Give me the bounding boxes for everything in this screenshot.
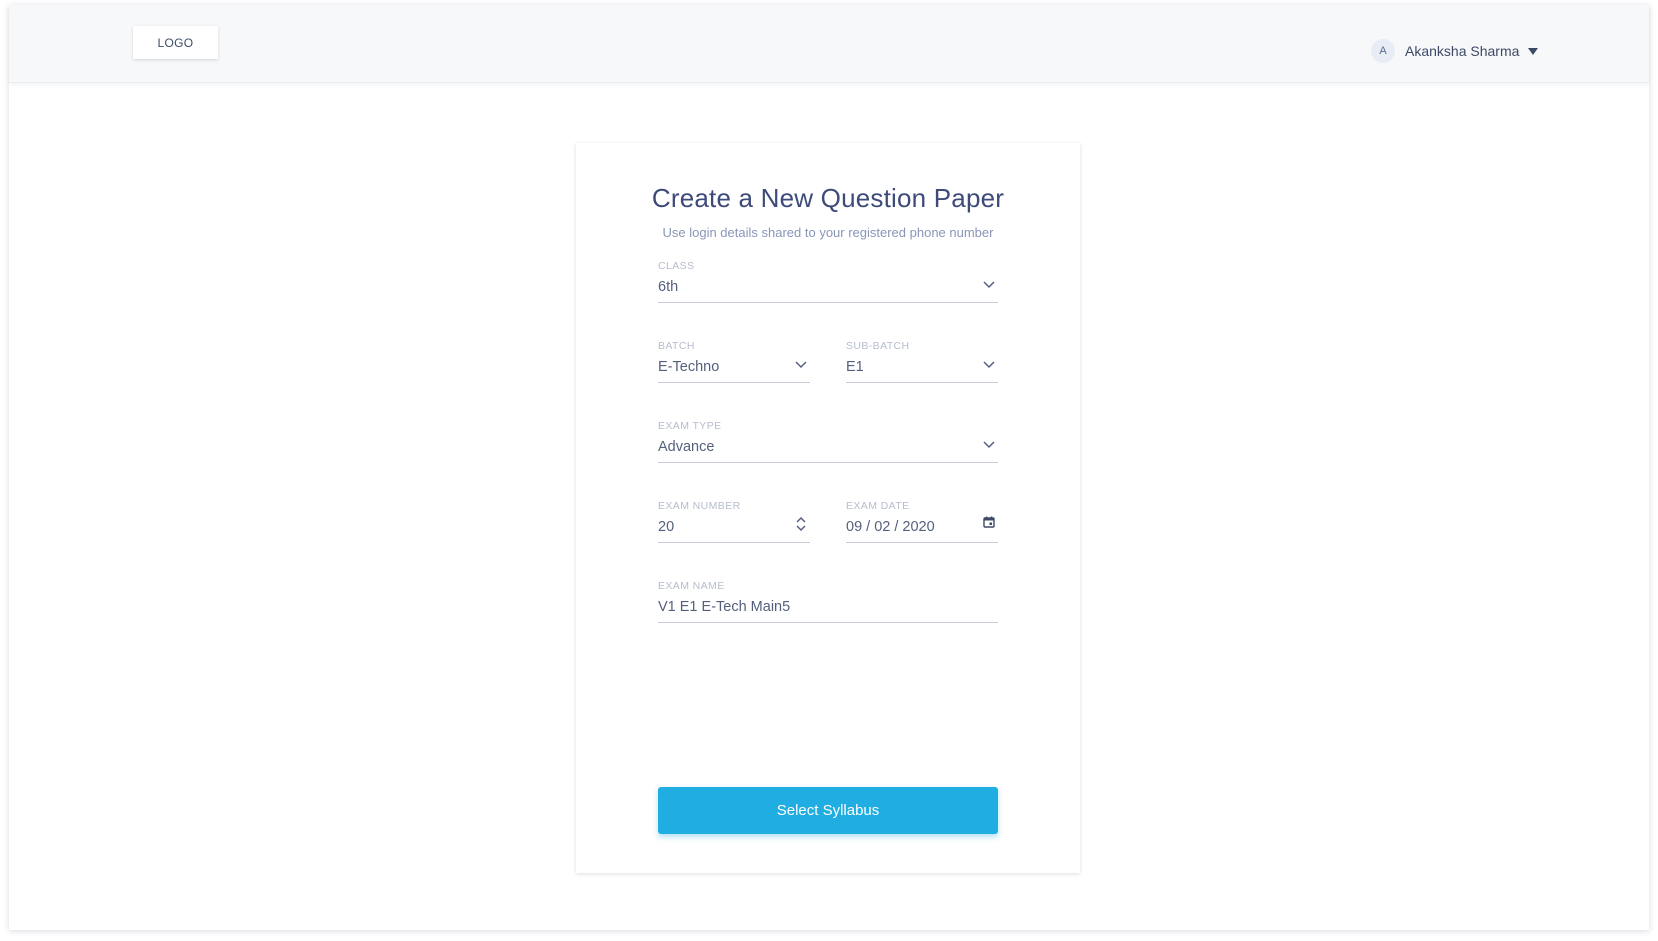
sub-batch-select[interactable]: SUB-BATCH E1 — [846, 340, 998, 383]
avatar: A — [1371, 39, 1395, 63]
user-name: Akanksha Sharma — [1405, 43, 1520, 59]
class-label: CLASS — [658, 260, 695, 272]
batch-label: BATCH — [658, 340, 695, 352]
exam-name-label: EXAM NAME — [658, 580, 725, 592]
create-question-paper-card: Create a New Question Paper Use login de… — [576, 143, 1080, 873]
exam-number-value: 20 — [658, 519, 675, 535]
batch-value: E-Techno — [658, 359, 720, 375]
logo[interactable]: LOGO — [133, 26, 218, 59]
select-syllabus-button[interactable]: Select Syllabus — [658, 787, 998, 834]
exam-date-input[interactable]: EXAM DATE 09 / 02 / 2020 — [846, 500, 998, 543]
chevron-down-icon — [983, 441, 995, 449]
user-menu[interactable]: A Akanksha Sharma — [1371, 38, 1539, 64]
exam-type-value: Advance — [658, 439, 715, 455]
sub-batch-value: E1 — [846, 359, 864, 375]
page-subtitle: Use login details shared to your registe… — [662, 225, 994, 240]
chevron-down-icon — [983, 361, 995, 369]
exam-name-value: V1 E1 E-Tech Main5 — [658, 599, 791, 615]
exam-type-label: EXAM TYPE — [658, 420, 722, 432]
stepper-icon[interactable] — [793, 516, 809, 532]
sub-batch-label: SUB-BATCH — [846, 340, 910, 352]
top-navbar: LOGO A Akanksha Sharma — [9, 5, 1649, 83]
class-select[interactable]: CLASS 6th — [658, 260, 998, 303]
app-window: LOGO A Akanksha Sharma Create a New Ques… — [9, 5, 1649, 930]
chevron-down-icon — [795, 361, 807, 369]
exam-type-select[interactable]: EXAM TYPE Advance — [658, 420, 998, 463]
class-value: 6th — [658, 279, 679, 295]
caret-down-icon — [1528, 47, 1539, 55]
exam-date-value: 09 / 02 / 2020 — [846, 519, 935, 535]
page-title: Create a New Question Paper — [651, 183, 1005, 213]
batch-select[interactable]: BATCH E-Techno — [658, 340, 810, 383]
exam-name-input[interactable]: EXAM NAME V1 E1 E-Tech Main5 — [658, 580, 998, 623]
exam-number-label: EXAM NUMBER — [658, 500, 741, 512]
exam-date-label: EXAM DATE — [846, 500, 910, 512]
exam-number-input[interactable]: EXAM NUMBER 20 — [658, 500, 810, 543]
chevron-down-icon — [983, 281, 995, 289]
calendar-icon[interactable] — [981, 514, 997, 530]
